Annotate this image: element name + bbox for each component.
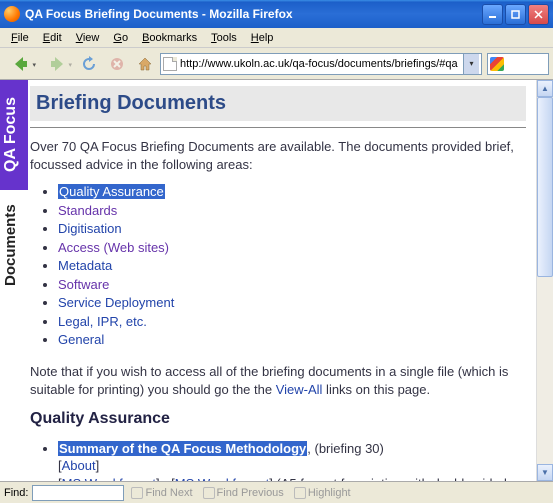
close-icon <box>534 10 543 19</box>
home-button[interactable] <box>132 51 158 77</box>
minimize-icon <box>488 10 497 19</box>
minimize-button[interactable] <box>482 4 503 25</box>
forward-arrow-icon <box>48 55 66 73</box>
briefing-list: Summary of the QA Focus Methodology, (br… <box>58 440 526 481</box>
link-view-all[interactable]: View-All <box>276 382 323 397</box>
window-titlebar: QA Focus Briefing Documents - Mozilla Fi… <box>0 0 553 28</box>
google-icon <box>490 57 504 71</box>
firefox-icon <box>4 6 20 22</box>
highlight-button[interactable]: Highlight <box>291 486 354 500</box>
list-item: General <box>58 331 526 349</box>
menu-view[interactable]: View <box>69 30 107 46</box>
link-about[interactable]: About <box>62 458 96 473</box>
page-body: Briefing Documents Over 70 QA Focus Brie… <box>28 80 536 481</box>
reload-icon <box>81 56 97 72</box>
maximize-icon <box>511 10 520 19</box>
vertical-scrollbar[interactable]: ▲ ▼ <box>536 80 553 481</box>
search-input[interactable] <box>506 58 544 70</box>
link-metadata[interactable]: Metadata <box>58 258 112 273</box>
list-item: Quality Assurance <box>58 183 526 201</box>
search-box[interactable] <box>487 53 549 75</box>
link-general[interactable]: General <box>58 332 104 347</box>
home-icon <box>137 56 153 72</box>
close-button[interactable] <box>528 4 549 25</box>
list-item: Software <box>58 276 526 294</box>
scroll-thumb[interactable] <box>537 97 553 277</box>
scroll-track[interactable] <box>537 97 553 464</box>
highlight-icon <box>294 487 306 499</box>
tab-documents[interactable]: Documents <box>0 190 24 300</box>
list-item: Legal, IPR, etc. <box>58 313 526 331</box>
list-item: Metadata <box>58 257 526 275</box>
list-item: Service Deployment <box>58 294 526 312</box>
back-arrow-icon <box>12 55 30 73</box>
link-legal[interactable]: Legal, IPR, etc. <box>58 314 147 329</box>
url-input[interactable] <box>180 58 463 70</box>
section-heading-qa: Quality Assurance <box>30 408 526 430</box>
back-button[interactable] <box>4 51 38 77</box>
navigation-toolbar: ▾ <box>0 48 553 80</box>
briefing-suffix: , (briefing 30) <box>307 441 384 456</box>
topic-list: Quality Assurance Standards Digitisation… <box>58 183 526 349</box>
list-item: Standards <box>58 202 526 220</box>
menu-tools[interactable]: Tools <box>204 30 244 46</box>
link-service[interactable]: Service Deployment <box>58 295 174 310</box>
window-title: QA Focus Briefing Documents - Mozilla Fi… <box>25 7 482 21</box>
find-next-button[interactable]: Find Next <box>128 486 195 500</box>
maximize-button[interactable] <box>505 4 526 25</box>
link-digitisation[interactable]: Digitisation <box>58 221 122 236</box>
find-next-icon <box>131 487 143 499</box>
window-controls <box>482 4 549 25</box>
link-summary[interactable]: Summary of the QA Focus Methodology <box>58 441 307 456</box>
menu-go[interactable]: Go <box>106 30 135 46</box>
list-item: Access (Web sites) <box>58 239 526 257</box>
page-heading: Briefing Documents <box>30 86 526 121</box>
link-software[interactable]: Software <box>58 277 109 292</box>
note-text: Note that if you wish to access all of t… <box>30 363 526 398</box>
menu-edit[interactable]: Edit <box>36 30 69 46</box>
url-dropdown-button[interactable]: ▾ <box>463 54 479 74</box>
tab-qa-focus[interactable]: QA Focus <box>0 80 28 190</box>
divider <box>30 127 526 128</box>
link-standards[interactable]: Standards <box>58 203 117 218</box>
menu-file[interactable]: File <box>4 30 36 46</box>
menu-bar: File Edit View Go Bookmarks Tools Help <box>0 28 553 48</box>
scroll-down-button[interactable]: ▼ <box>537 464 553 481</box>
find-prev-icon <box>203 487 215 499</box>
find-label: Find: <box>4 487 28 499</box>
link-access[interactable]: Access (Web sites) <box>58 240 169 255</box>
content-area: QA Focus Documents Briefing Documents Ov… <box>0 80 553 481</box>
list-item: Digitisation <box>58 220 526 238</box>
find-previous-button[interactable]: Find Previous <box>200 486 287 500</box>
intro-text: Over 70 QA Focus Briefing Documents are … <box>30 138 526 173</box>
scroll-up-button[interactable]: ▲ <box>537 80 553 97</box>
briefing-item: Summary of the QA Focus Methodology, (br… <box>58 440 526 481</box>
reload-button[interactable] <box>76 51 102 77</box>
stop-button <box>104 51 130 77</box>
menu-help[interactable]: Help <box>244 30 281 46</box>
find-bar: Find: Find Next Find Previous Highlight <box>0 481 553 503</box>
menu-bookmarks[interactable]: Bookmarks <box>135 30 204 46</box>
page-icon <box>163 57 177 71</box>
vertical-tabs: QA Focus Documents <box>0 80 28 481</box>
find-input[interactable] <box>32 485 124 501</box>
link-qa[interactable]: Quality Assurance <box>58 184 165 199</box>
forward-button <box>40 51 74 77</box>
address-bar[interactable]: ▾ <box>160 53 482 75</box>
stop-icon <box>109 56 125 72</box>
